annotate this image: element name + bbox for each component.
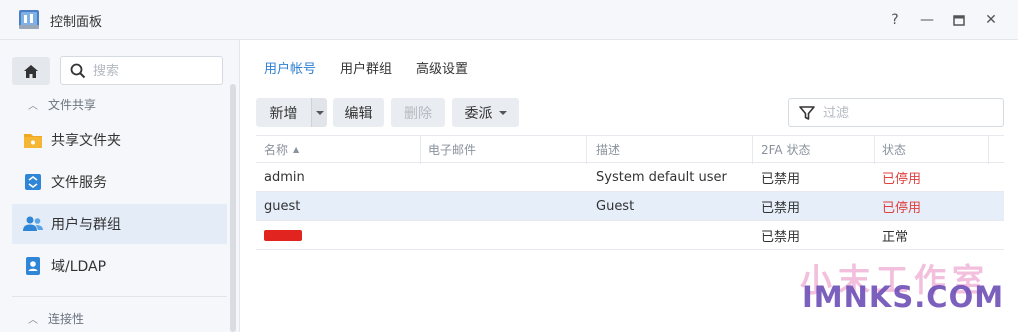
column-separator: [752, 136, 753, 164]
watermark-cn: 小末工作室: [800, 261, 991, 299]
sidebar-item-label: 文件服务: [51, 175, 107, 191]
column-header-2fa-status[interactable]: 2FA 状态: [761, 136, 810, 162]
column-separator: [874, 136, 875, 164]
sidebar-item-file-services[interactable]: 文件服务: [12, 162, 227, 202]
search-input[interactable]: [93, 62, 213, 80]
cell-2fa-status: 已禁用: [761, 171, 801, 187]
create-button[interactable]: 新增: [256, 98, 311, 127]
column-separator: [420, 136, 421, 164]
column-header-status[interactable]: 状态: [882, 136, 906, 162]
tab-user-accounts[interactable]: 用户帐号: [264, 58, 316, 81]
filter-icon: [799, 106, 815, 120]
cell-description: System default user: [596, 169, 727, 185]
column-header-description[interactable]: 描述: [596, 136, 620, 162]
sidebar: ︿ 文件共享 共享文件夹 文件服务 用户与群组 域/LDAP ︿ 连接性: [0, 40, 240, 332]
chevron-up-icon: ︿: [28, 101, 38, 112]
caret-down-icon: [315, 110, 324, 115]
file-service-icon: [22, 171, 44, 193]
section-file-sharing[interactable]: ︿ 文件共享: [28, 96, 96, 113]
table-row[interactable]: guest Guest 已禁用 已停用: [256, 192, 1004, 221]
folder-share-icon: [22, 129, 44, 151]
table-row[interactable]: 已禁用 正常: [256, 221, 1004, 250]
user-table: 名称 ▲ 电子邮件 描述 2FA 状态 状态 admin System defau…: [256, 135, 1004, 250]
chevron-up-icon: ︿: [28, 315, 38, 326]
cell-name: admin: [264, 169, 305, 185]
help-button[interactable]: ?: [882, 8, 908, 32]
close-button[interactable]: ✕: [978, 8, 1004, 32]
maximize-button[interactable]: [946, 8, 972, 32]
sidebar-item-users-groups[interactable]: 用户与群组: [12, 204, 227, 244]
column-separator: [988, 136, 989, 164]
filter-box[interactable]: [788, 98, 1004, 127]
cell-description: Guest: [596, 198, 635, 214]
cell-name: guest: [264, 198, 301, 214]
cell-status: 正常: [882, 229, 909, 245]
search-box[interactable]: [60, 56, 223, 85]
column-separator: [586, 136, 587, 164]
sidebar-item-label: 共享文件夹: [51, 133, 121, 149]
section-label: 文件共享: [48, 98, 97, 112]
maximize-icon: [953, 14, 965, 26]
watermark-en: IMNKS.COM: [802, 280, 1005, 314]
users-icon: [22, 213, 44, 235]
cell-status: 已停用: [882, 200, 922, 216]
cell-name-redacted: [264, 221, 302, 249]
filter-input[interactable]: [823, 104, 993, 122]
sidebar-item-domain-ldap[interactable]: 域/LDAP: [12, 246, 227, 286]
search-icon: [70, 63, 86, 79]
caret-down-icon: [498, 110, 507, 115]
cell-2fa-status: 已禁用: [761, 229, 801, 245]
watermark: 小末工作室 IMNKS.COM: [800, 255, 1010, 315]
tab-user-groups[interactable]: 用户群组: [340, 58, 392, 81]
create-dropdown-toggle[interactable]: [311, 98, 327, 127]
cell-status: 已停用: [882, 171, 922, 187]
ldap-icon: [22, 255, 44, 277]
window-title: 控制面板: [50, 15, 103, 30]
table-header: 名称 ▲ 电子邮件 描述 2FA 状态 状态: [256, 135, 1004, 164]
sidebar-item-label: 用户与群组: [51, 217, 121, 233]
delete-button[interactable]: 删除: [391, 98, 445, 127]
delegate-button[interactable]: 委派: [452, 98, 519, 127]
sidebar-item-label: 域/LDAP: [51, 259, 107, 275]
close-icon: ✕: [985, 12, 997, 28]
column-header-name[interactable]: 名称 ▲: [264, 136, 299, 162]
sidebar-divider: [12, 296, 227, 297]
column-header-email[interactable]: 电子邮件: [428, 136, 476, 162]
table-row[interactable]: admin System default user 已禁用 已停用: [256, 163, 1004, 192]
edit-button[interactable]: 编辑: [333, 98, 384, 127]
minimize-button[interactable]: —: [914, 8, 940, 32]
home-button[interactable]: [12, 57, 50, 85]
control-panel-icon: [18, 7, 40, 31]
home-icon: [24, 64, 38, 78]
minimize-icon: —: [920, 12, 934, 28]
delegate-label: 委派: [464, 105, 493, 122]
title-bar: 控制面板 ? — ✕: [0, 0, 1018, 40]
sidebar-scrollbar[interactable]: [230, 84, 236, 332]
redaction-mark: [264, 229, 302, 241]
sort-ascending-icon: ▲: [293, 144, 300, 154]
section-connectivity[interactable]: ︿ 连接性: [28, 310, 84, 327]
tab-bar: 用户帐号 用户群组 高级设置: [264, 58, 468, 81]
help-icon: ?: [891, 12, 899, 28]
tab-advanced-settings[interactable]: 高级设置: [416, 58, 468, 81]
cell-2fa-status: 已禁用: [761, 200, 801, 216]
sidebar-item-shared-folder[interactable]: 共享文件夹: [12, 120, 227, 160]
section-label: 连接性: [48, 312, 85, 326]
